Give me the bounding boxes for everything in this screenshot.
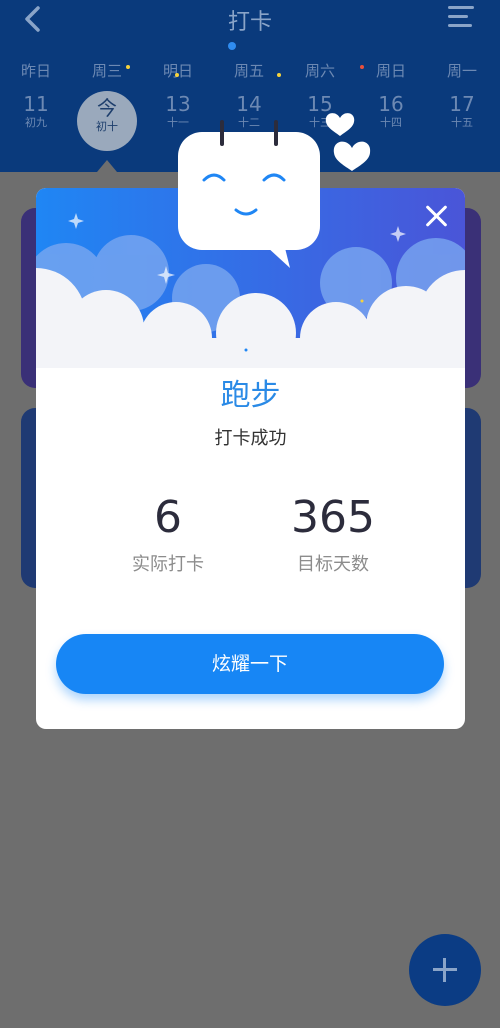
habit-dot — [277, 73, 281, 77]
weekday-label: 周三 — [91, 62, 122, 80]
weekday-label: 周六 — [304, 62, 335, 80]
weekday-label: 周一 — [446, 62, 477, 80]
stat-label: 实际打卡 — [132, 554, 204, 575]
share-button[interactable]: 炫耀一下 — [56, 634, 444, 694]
date-cell[interactable]: 17 十五 — [434, 92, 490, 130]
habit-dot — [126, 65, 130, 69]
weekday-label: 周五 — [233, 62, 264, 80]
page-title: 打卡 — [227, 10, 272, 35]
today-pointer — [97, 160, 117, 172]
weekday-row: 昨日 周三 明日 周五 周六 周日 周一 — [0, 60, 500, 82]
stat-label: 目标天数 — [297, 554, 369, 575]
habit-dot — [175, 73, 179, 77]
add-habit-button[interactable] — [409, 934, 481, 1006]
page-indicator-dot — [228, 42, 236, 50]
stat-value: 365 — [291, 492, 375, 543]
stat-actual-checkins: 6 实际打卡 — [88, 490, 248, 576]
checkin-status: 打卡成功 — [214, 428, 287, 449]
close-icon[interactable] — [423, 202, 451, 230]
stat-target-days: 365 目标天数 — [253, 490, 413, 576]
date-cell-today[interactable]: 今初十 — [79, 96, 135, 134]
date-cell[interactable]: 11 初九 — [8, 92, 64, 130]
calendar-mascot-icon — [178, 113, 371, 268]
stat-value: 6 — [154, 492, 182, 543]
weekday-label: 明日 — [162, 62, 193, 80]
habit-name: 跑步 — [220, 378, 281, 413]
menu-icon[interactable] — [448, 6, 474, 28]
habit-dot — [360, 65, 364, 69]
weekday-label: 昨日 — [20, 62, 51, 80]
weekday-label: 周日 — [375, 62, 406, 80]
